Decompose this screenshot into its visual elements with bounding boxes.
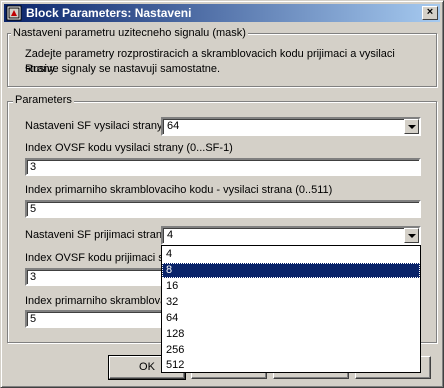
sf-rx-select[interactable]: 4 <box>161 226 421 245</box>
close-button[interactable]: × <box>422 6 438 20</box>
sf-rx-value: 4 <box>167 229 174 241</box>
sf-tx-label: Nastaveni SF vysilaci strany <box>25 120 163 132</box>
scrambling-rx-label: Index primarniho skramblovac <box>25 295 172 307</box>
scrambling-tx-input[interactable]: 5 <box>25 200 421 218</box>
sf-rx-dropdown-list[interactable]: 4 8 16 32 64 128 256 512 <box>161 245 421 373</box>
dropdown-option[interactable]: 32 <box>162 295 420 310</box>
close-icon: × <box>426 6 434 18</box>
ok-button-label: OK <box>139 361 155 373</box>
mask-legend: Nastaveni parametru uzitecneho signalu (… <box>11 27 248 39</box>
dropdown-option[interactable]: 256 <box>162 343 420 358</box>
chevron-down-icon[interactable] <box>404 119 419 134</box>
ovsf-rx-input[interactable]: 3 <box>25 268 165 286</box>
scrambling-rx-input[interactable]: 5 <box>25 310 165 328</box>
simulink-block-icon <box>6 5 22 21</box>
title-bar[interactable]: Block Parameters: Nastaveni × <box>4 4 440 22</box>
dropdown-option[interactable]: 16 <box>162 279 420 294</box>
scrambling-tx-label: Index primarniho skramblovaciho kodu - v… <box>25 184 333 196</box>
dropdown-option[interactable]: 512 <box>162 358 420 373</box>
sf-tx-value: 64 <box>167 120 180 132</box>
mask-description-line2: Rusive signaly se nastavuji samostatne. <box>25 63 221 75</box>
block-parameters-dialog: Block Parameters: Nastaveni × Nastaveni … <box>0 0 444 388</box>
dropdown-option-selected[interactable]: 8 <box>162 263 420 278</box>
dropdown-option[interactable]: 64 <box>162 311 420 326</box>
sf-tx-select[interactable]: 64 <box>161 117 421 136</box>
parameters-legend: Parameters <box>13 94 74 106</box>
dropdown-option[interactable]: 128 <box>162 327 420 342</box>
ovsf-rx-label: Index OVSF kodu prijimaci st <box>25 252 167 264</box>
sf-rx-label: Nastaveni SF prijimaci strany <box>25 229 168 241</box>
ovsf-tx-label: Index OVSF kodu vysilaci strany (0...SF-… <box>25 142 233 154</box>
ovsf-tx-input[interactable]: 3 <box>25 158 421 176</box>
dropdown-option[interactable]: 4 <box>162 247 420 262</box>
window-title: Block Parameters: Nastaveni <box>26 6 192 20</box>
chevron-down-icon[interactable] <box>404 228 419 243</box>
